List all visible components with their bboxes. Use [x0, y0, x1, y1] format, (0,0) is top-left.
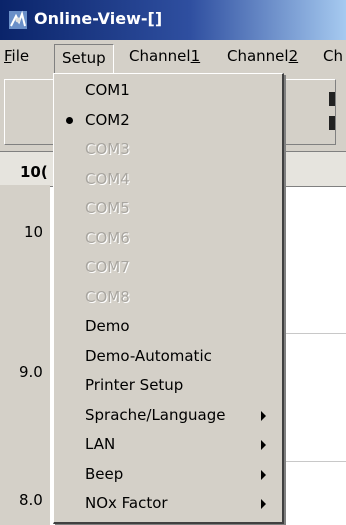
menu-item: COM3 [54, 135, 282, 164]
submenu-arrow-icon [261, 410, 266, 421]
menu-item[interactable]: LAN [54, 430, 282, 459]
menu-bar: File Setup Channel1 Channel2 Ch [0, 40, 346, 74]
submenu-arrow-icon [261, 440, 266, 450]
submenu-arrow-icon [261, 499, 266, 509]
menu-item-label: Demo [85, 317, 130, 335]
menu-item-label: LAN [85, 435, 116, 453]
title-bar: Online-View-[] [0, 0, 346, 40]
radio-bullet-icon [66, 116, 73, 124]
menu-item-label: COM5 [85, 199, 130, 217]
menu-item-label: Printer Setup [85, 376, 184, 394]
menu-item-label: NOx Factor [85, 494, 168, 512]
menu-item-label: Sprache/Language [85, 405, 226, 424]
y-axis-label: 9.0 [19, 363, 43, 381]
y-axis-top-label: 10( [20, 163, 48, 181]
y-axis-label: 8.0 [19, 491, 43, 509]
menu-item-label: Beep [85, 464, 124, 483]
menu-item-label: COM3 [85, 140, 130, 158]
menu-item[interactable]: Demo-Automatic [54, 342, 282, 371]
menu-item[interactable]: COM1 [54, 76, 282, 105]
setup-dropdown-menu: COM1 COM2 COM3 COM4 COM5 COM6 COM7 COM8 Demo Demo… [53, 73, 284, 524]
toolbar-mark [329, 92, 335, 106]
menu-item[interactable]: COM2 [54, 106, 282, 135]
menu-item-label: COM2 [85, 110, 130, 129]
menu-item: COM7 [54, 253, 282, 282]
toolbar-mark [329, 116, 335, 130]
menu-item[interactable]: NOx Factor [54, 489, 282, 518]
menu-item-label: Demo-Automatic [85, 346, 212, 365]
menu-channel2[interactable]: Channel2 [227, 40, 298, 73]
menu-channel3[interactable]: Ch [323, 40, 343, 73]
menu-item-label: COM8 [85, 287, 130, 306]
window-title: Online-View-[] [34, 9, 163, 28]
menu-item[interactable]: Sprache/Language [54, 401, 282, 430]
menu-setup[interactable]: Setup [54, 44, 114, 74]
menu-item-label: COM1 [85, 81, 130, 99]
y-axis-label: 10 [24, 223, 44, 241]
menu-item: COM4 [54, 165, 282, 194]
menu-item-label: COM7 [85, 258, 130, 276]
menu-item: COM8 [54, 283, 282, 312]
menu-item-label: COM6 [85, 228, 130, 247]
menu-item-label: COM4 [85, 169, 130, 188]
menu-item[interactable]: Printer Setup [54, 371, 282, 400]
app-icon [9, 10, 27, 29]
submenu-arrow-icon [261, 469, 266, 480]
y-axis-gutter: 10 9.0 8.0 [0, 185, 50, 525]
menu-file[interactable]: File [4, 40, 29, 73]
menu-item: COM6 [54, 224, 282, 253]
menu-item[interactable]: Demo [54, 312, 282, 341]
menu-item: COM5 [54, 194, 282, 223]
menu-item[interactable]: Beep [54, 460, 282, 489]
menu-channel1[interactable]: Channel1 [129, 40, 200, 73]
